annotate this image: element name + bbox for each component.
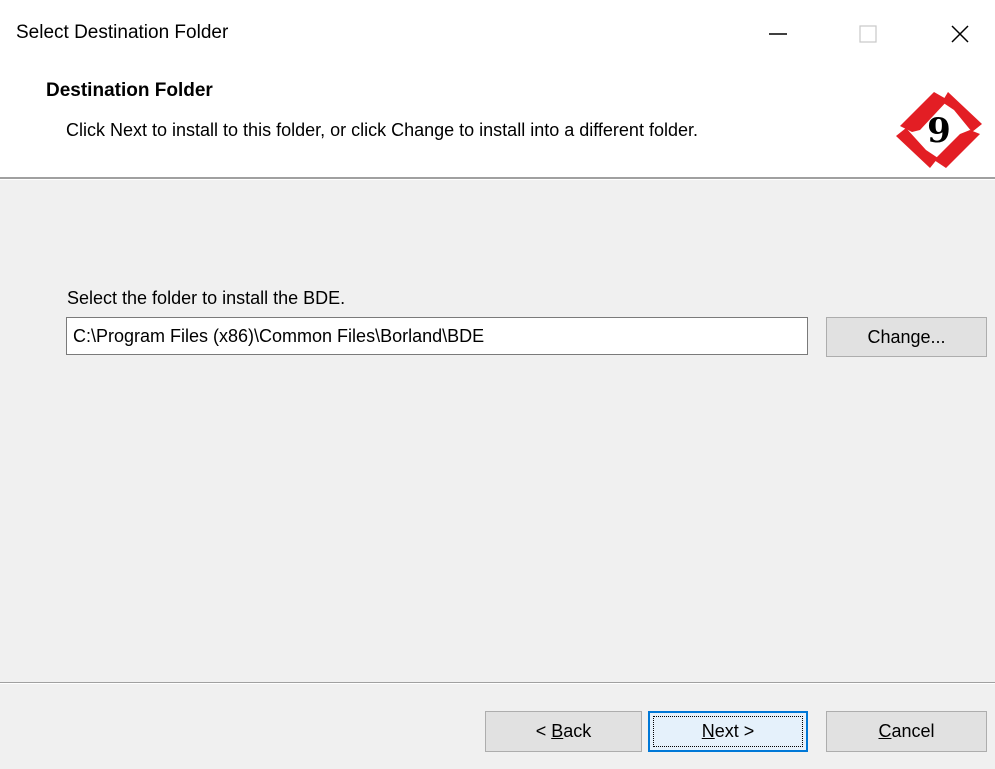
destination-path-input[interactable] xyxy=(66,317,808,355)
minimize-button[interactable] xyxy=(754,12,802,56)
maximize-icon xyxy=(859,25,877,43)
change-button[interactable]: Change... xyxy=(826,317,987,357)
cancel-label-mnemonic: C xyxy=(878,721,892,741)
back-label-mnemonic: B xyxy=(551,721,564,741)
back-label-prefix: < xyxy=(535,721,552,741)
logo-digit: 9 xyxy=(927,111,951,151)
back-button[interactable]: < Back xyxy=(485,711,642,752)
installer-window: Select Destination Folder Destination Fo… xyxy=(0,0,995,769)
header-banner: Destination Folder Click Next to install… xyxy=(0,70,995,177)
next-button[interactable]: Next > xyxy=(648,711,808,752)
focus-rectangle xyxy=(653,716,803,747)
cancel-label-rest: ancel xyxy=(891,721,935,741)
back-label-rest: ack xyxy=(563,721,592,741)
minimize-icon xyxy=(769,33,787,35)
cancel-button[interactable]: Cancel xyxy=(826,711,987,752)
close-button[interactable] xyxy=(936,12,984,56)
close-icon xyxy=(951,25,969,43)
title-bar[interactable]: Select Destination Folder xyxy=(0,0,995,70)
folder-prompt-label: Select the folder to install the BDE. xyxy=(67,288,346,308)
page-title: Destination Folder xyxy=(46,80,213,101)
footer-separator xyxy=(0,682,995,684)
brand-logo-icon: 9 xyxy=(896,92,982,168)
header-separator xyxy=(0,177,995,180)
page-subtitle: Click Next to install to this folder, or… xyxy=(66,120,698,140)
window-title: Select Destination Folder xyxy=(16,22,229,43)
maximize-button[interactable] xyxy=(844,12,892,56)
